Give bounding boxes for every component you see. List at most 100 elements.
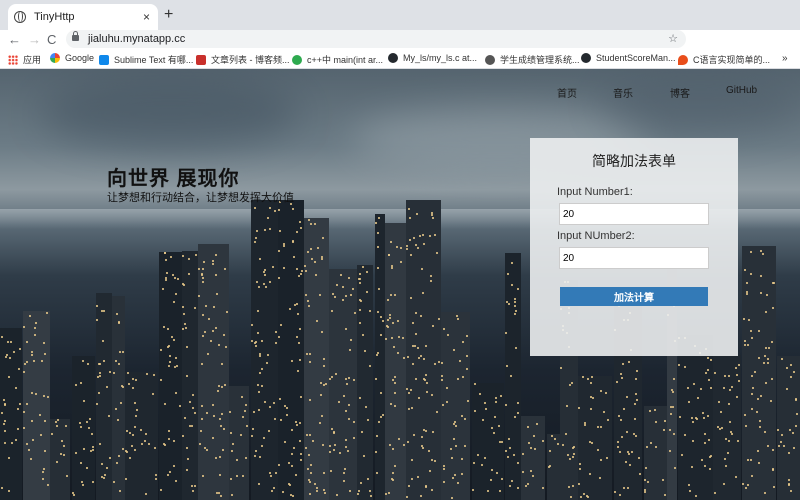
background-window-light <box>186 346 188 348</box>
background-window-light <box>771 341 773 343</box>
address-bar[interactable]: jialuhu.mynatapp.cc ☆ <box>66 30 686 48</box>
background-window-light <box>454 474 456 476</box>
background-window-light <box>385 493 387 495</box>
close-icon[interactable]: × <box>143 10 150 24</box>
background-window-light <box>310 223 312 225</box>
background-window-light <box>113 372 115 374</box>
background-window-light <box>220 495 222 497</box>
background-window-light <box>279 230 281 232</box>
background-window-light <box>431 214 433 216</box>
background-window-light <box>462 376 464 378</box>
background-window-light <box>536 423 538 425</box>
new-tab-button[interactable]: + <box>164 6 173 24</box>
bookmarks-overflow[interactable]: » <box>782 53 788 64</box>
number2-input[interactable] <box>559 247 709 269</box>
background-window-light <box>443 328 445 330</box>
background-window-light <box>119 351 121 353</box>
background-window-light <box>308 219 310 221</box>
background-window-light <box>426 391 428 393</box>
background-window-light <box>201 418 203 420</box>
background-window-light <box>506 365 508 367</box>
number1-input[interactable] <box>559 203 709 225</box>
background-window-light <box>573 453 575 455</box>
background-window-light <box>307 300 309 302</box>
background-window-light <box>186 469 188 471</box>
nav-link-music[interactable]: 音乐 <box>613 85 633 100</box>
back-icon[interactable]: ← <box>8 32 21 47</box>
browser-toolbar: ← → C jialuhu.mynatapp.cc ☆ 佳惠 ⋮ <box>0 30 800 76</box>
background-window-light <box>515 310 517 312</box>
background-window-light <box>557 443 559 445</box>
url-text: jialuhu.mynatapp.cc <box>88 33 186 45</box>
background-window-light <box>390 241 392 243</box>
background-window-light <box>765 347 767 349</box>
background-window-light <box>409 239 411 241</box>
background-window-light <box>80 462 82 464</box>
background-window-light <box>116 462 118 464</box>
background-window-light <box>461 458 463 460</box>
background-window-light <box>225 346 227 348</box>
browser-tab[interactable]: TinyHttp × <box>8 4 158 30</box>
background-window-light <box>278 250 280 252</box>
star-icon[interactable]: ☆ <box>668 32 678 45</box>
background-window-light <box>72 492 74 494</box>
background-window-light <box>333 432 335 434</box>
background-window-light <box>274 210 276 212</box>
background-window-light <box>376 435 378 437</box>
background-window-light <box>3 399 5 401</box>
background-window-light <box>376 472 378 474</box>
background-window-light <box>673 433 675 435</box>
background-window-light <box>282 491 284 493</box>
background-window-light <box>258 286 260 288</box>
background-building <box>742 246 776 500</box>
nav-link-blog[interactable]: 博客 <box>670 85 690 100</box>
background-window-light <box>714 372 716 374</box>
background-window-light <box>689 490 691 492</box>
background-window-light <box>169 355 171 357</box>
background-window-light <box>415 378 417 380</box>
background-window-light <box>346 383 348 385</box>
bookmark-item[interactable]: 应用 <box>8 53 41 66</box>
background-window-light <box>331 428 333 430</box>
background-window-light <box>532 475 534 477</box>
background-window-light <box>423 429 425 431</box>
calculate-button[interactable]: 加法计算 <box>560 287 708 306</box>
bookmark-item[interactable]: C语言实现简单的... <box>678 53 770 66</box>
background-window-light <box>236 459 238 461</box>
background-window-light <box>566 405 568 407</box>
nav-link-home[interactable]: 首页 <box>557 85 577 100</box>
background-window-light <box>218 344 220 346</box>
background-window-light <box>389 314 391 316</box>
reload-icon[interactable]: C <box>47 32 56 47</box>
background-window-light <box>773 486 775 488</box>
background-window-light <box>634 403 636 405</box>
background-window-light <box>291 429 293 431</box>
background-window-light <box>17 408 19 410</box>
background-window-light <box>29 315 31 317</box>
background-window-light <box>703 417 705 419</box>
background-window-light <box>387 299 389 301</box>
bookmark-item[interactable]: Sublime Text 有哪... <box>99 53 193 66</box>
background-window-light <box>420 355 422 357</box>
background-window-light <box>377 352 379 354</box>
background-building <box>198 244 229 500</box>
bookmark-item[interactable]: StudentScoreMan... <box>581 53 676 63</box>
bookmark-item[interactable]: My_ls/my_ls.c at... <box>388 53 477 63</box>
bookmark-item[interactable]: Google <box>50 53 94 63</box>
background-window-light <box>199 443 201 445</box>
background-window-light <box>299 440 301 442</box>
background-window-light <box>767 358 769 360</box>
background-window-light <box>202 277 204 279</box>
background-window-light <box>256 281 258 283</box>
bookmark-item[interactable]: 文章列表 - 博客频... <box>196 53 290 66</box>
background-window-light <box>517 402 519 404</box>
bookmark-item[interactable]: 学生成绩管理系统... <box>485 53 580 66</box>
nav-link-github[interactable]: GitHub <box>726 85 757 96</box>
background-window-light <box>314 223 316 225</box>
background-window-light <box>296 303 298 305</box>
background-window-light <box>425 345 427 347</box>
bookmark-item[interactable]: c++中 main(int ar... <box>292 53 383 66</box>
forward-icon[interactable]: → <box>28 32 41 47</box>
background-window-light <box>391 265 393 267</box>
background-window-light <box>176 365 178 367</box>
